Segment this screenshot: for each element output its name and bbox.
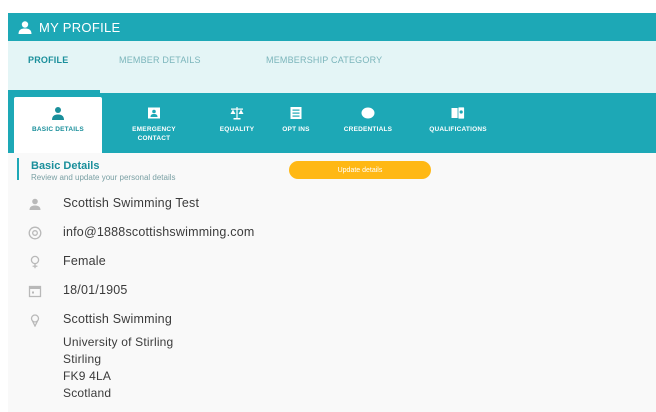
section-subtitle: Review and update your personal details (31, 173, 176, 182)
subtab-label: CREDENTIALS (343, 126, 393, 133)
subtab-label: EQUALITY (219, 126, 255, 133)
person-icon (29, 198, 41, 210)
subtab-label: BASIC DETAILS (32, 126, 84, 133)
detail-row-club: Scottish Swimming (8, 311, 608, 329)
subtab-label: EMERGENCY CONTACT (132, 126, 176, 142)
subtab-credentials[interactable]: CREDENTIALS (323, 97, 413, 153)
detail-row-dob: 18/01/1905 (8, 282, 608, 300)
section-title: Basic Details (31, 160, 100, 172)
list-icon (290, 107, 302, 119)
address-line: Scotland (63, 386, 112, 400)
address-line: University of Stirling (63, 335, 174, 349)
member-club: Scottish Swimming (63, 312, 172, 326)
subtab-basic-details[interactable]: BASIC DETAILS (14, 97, 102, 153)
tab-membership-category[interactable]: MEMBERSHIP CATEGORY (266, 55, 382, 65)
page-title: MY PROFILE (39, 19, 121, 35)
panel-header: MY PROFILE (8, 13, 656, 41)
tab-bar: PROFILE MEMBER DETAILS MEMBERSHIP CATEGO… (8, 41, 656, 93)
scales-icon (230, 107, 244, 120)
profile-subnav: BASIC DETAILS EMERGENCY CONTACT EQUALITY (8, 93, 656, 153)
member-dob: 18/01/1905 (63, 283, 128, 297)
subtab-qualifications[interactable]: QUALIFICATIONS (413, 97, 503, 153)
tab-member-details[interactable]: MEMBER DETAILS (119, 55, 201, 65)
person-icon (52, 107, 64, 120)
subtab-label: QUALIFICATIONS (429, 126, 487, 133)
section-accent (17, 158, 19, 180)
profile-panel: MY PROFILE PROFILE MEMBER DETAILS MEMBER… (8, 13, 656, 412)
detail-row-email: info@1888scottishswimming.com (8, 224, 608, 242)
member-gender: Female (63, 254, 106, 268)
at-sign-icon (28, 226, 42, 240)
gender-icon (30, 255, 40, 269)
member-email: info@1888scottishswimming.com (63, 225, 255, 239)
basic-details-section: Basic Details Review and update your per… (8, 153, 656, 412)
contact-card-icon (148, 107, 160, 119)
calendar-icon (28, 285, 42, 298)
certificate-icon (451, 106, 465, 120)
location-pin-icon (30, 314, 40, 327)
subtab-label: OPT INS (282, 126, 310, 133)
user-icon (18, 20, 32, 34)
detail-row-name: Scottish Swimming Test (8, 195, 608, 213)
cloud-icon (361, 107, 375, 119)
address-line: FK9 4LA (63, 369, 112, 383)
address-line: Stirling (63, 352, 102, 366)
detail-row-gender: Female (8, 253, 608, 271)
tab-profile[interactable]: PROFILE (28, 55, 68, 65)
subtab-emergency-contact[interactable]: EMERGENCY CONTACT (109, 97, 199, 153)
update-details-button[interactable]: Update details (289, 161, 431, 179)
member-name: Scottish Swimming Test (63, 196, 200, 210)
